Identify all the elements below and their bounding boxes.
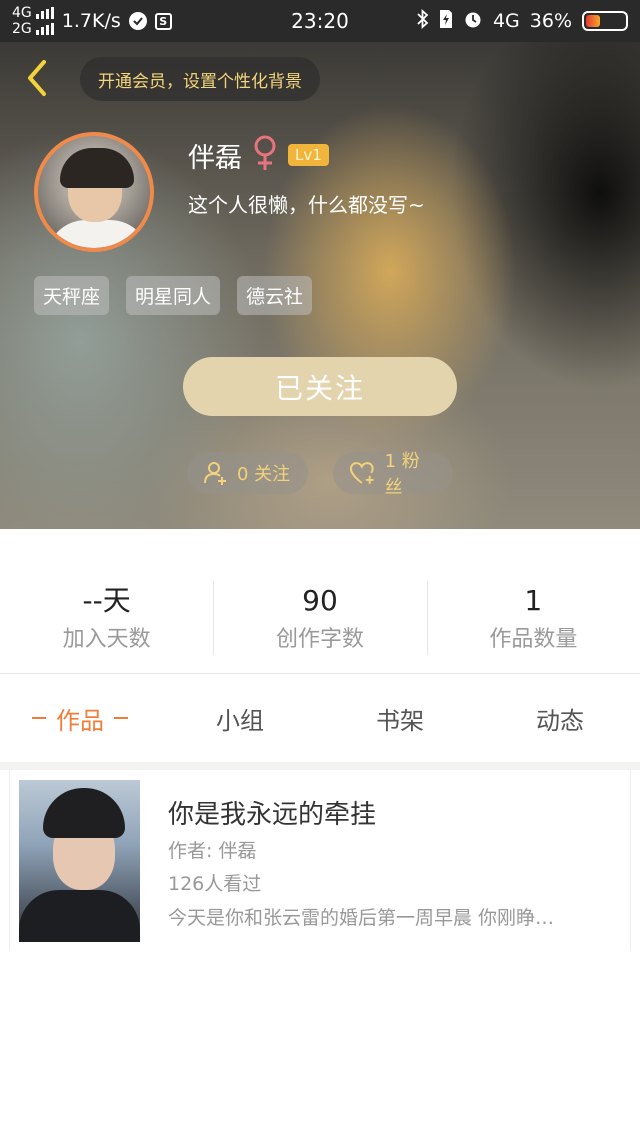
signal-bars-icon <box>35 7 54 19</box>
fans-count: 1 粉丝 <box>384 451 420 498</box>
signal-bars-icon <box>35 23 54 35</box>
tab-label: 书架 <box>376 706 424 735</box>
signal-indicator: 4G 2G <box>12 5 54 37</box>
work-views: 126人看过 <box>168 873 262 895</box>
tab-activity[interactable]: 动态 <box>480 674 640 762</box>
stat-value: 1 <box>524 584 543 617</box>
tag-item[interactable]: 德云社 <box>237 276 313 315</box>
avatar[interactable] <box>34 132 154 252</box>
user-bio: 这个人很懒，什么都没写~ <box>188 193 425 217</box>
stat-works-count: 1 作品数量 <box>426 529 640 673</box>
status-bar: 4G 2G 1.7K/s S 23:20 4G 36% <box>0 0 640 42</box>
tag-item[interactable]: 明星同人 <box>126 276 221 315</box>
stat-label: 加入天数 <box>62 627 151 652</box>
work-excerpt: 今天是你和张云雷的婚后第一周早晨 你刚睁… <box>168 907 555 929</box>
tab-label: 动态 <box>536 706 584 735</box>
battery-percent: 36% <box>529 10 572 32</box>
followed-button[interactable]: 已关注 <box>183 357 457 416</box>
tab-label: 作品 <box>56 706 104 735</box>
sim-charging-icon <box>439 9 453 34</box>
list-divider <box>0 762 640 770</box>
stat-label: 作品数量 <box>489 627 578 652</box>
stat-value: 90 <box>302 584 338 617</box>
vip-promo-button[interactable]: 开通会员，设置个性化背景 <box>80 57 320 101</box>
bluetooth-icon <box>417 8 429 34</box>
work-list-item[interactable]: 你是我永远的牵挂 作者: 伴磊 126人看过 今天是你和张云雷的婚后第一周早晨 … <box>9 770 631 950</box>
chevron-left-icon <box>28 60 46 96</box>
profile-stats: --天 加入天数 90 创作字数 1 作品数量 <box>0 529 640 674</box>
network-type-right: 4G <box>492 10 520 32</box>
check-circle-icon <box>128 12 147 30</box>
work-title: 你是我永远的牵挂 <box>168 800 377 830</box>
work-author: 作者: 伴磊 <box>168 840 257 862</box>
following-button[interactable]: 0 关注 <box>187 452 308 494</box>
following-count: 0 关注 <box>237 464 291 485</box>
battery-icon <box>582 11 628 31</box>
work-cover-image <box>19 780 140 942</box>
user-name: 伴磊 <box>188 142 242 174</box>
network-type-bottom: 2G <box>12 21 32 37</box>
tag-item[interactable]: 天秤座 <box>34 276 110 315</box>
tab-indicator-right <box>114 717 128 719</box>
stat-label: 创作字数 <box>275 627 364 652</box>
heart-add-icon <box>349 462 374 484</box>
network-speed: 1.7K/s <box>61 10 121 32</box>
tab-groups[interactable]: 小组 <box>160 674 320 762</box>
tab-indicator-left <box>32 717 46 719</box>
user-add-icon <box>204 462 226 485</box>
level-badge: Lv1 <box>288 144 329 166</box>
back-button[interactable] <box>16 58 56 98</box>
tab-bookshelf[interactable]: 书架 <box>320 674 480 762</box>
fans-button[interactable]: 1 粉丝 <box>333 451 453 498</box>
stat-word-count: 90 创作字数 <box>213 529 426 673</box>
alarm-icon <box>463 9 483 34</box>
s-app-icon: S <box>154 12 172 30</box>
network-type-top: 4G <box>12 5 32 21</box>
tab-works[interactable]: 作品 <box>0 674 160 762</box>
profile-header: 开通会员，设置个性化背景 伴磊 Lv1 这个人很懒，什么都没写~ 天秤座 明星同… <box>0 42 640 529</box>
stat-join-days: --天 加入天数 <box>0 529 213 673</box>
female-gender-icon <box>252 134 278 176</box>
tab-label: 小组 <box>216 706 264 735</box>
tag-list: 天秤座 明星同人 德云社 <box>34 276 313 315</box>
stat-value: --天 <box>82 584 131 617</box>
profile-tabs: 作品 小组 书架 动态 <box>0 674 640 762</box>
